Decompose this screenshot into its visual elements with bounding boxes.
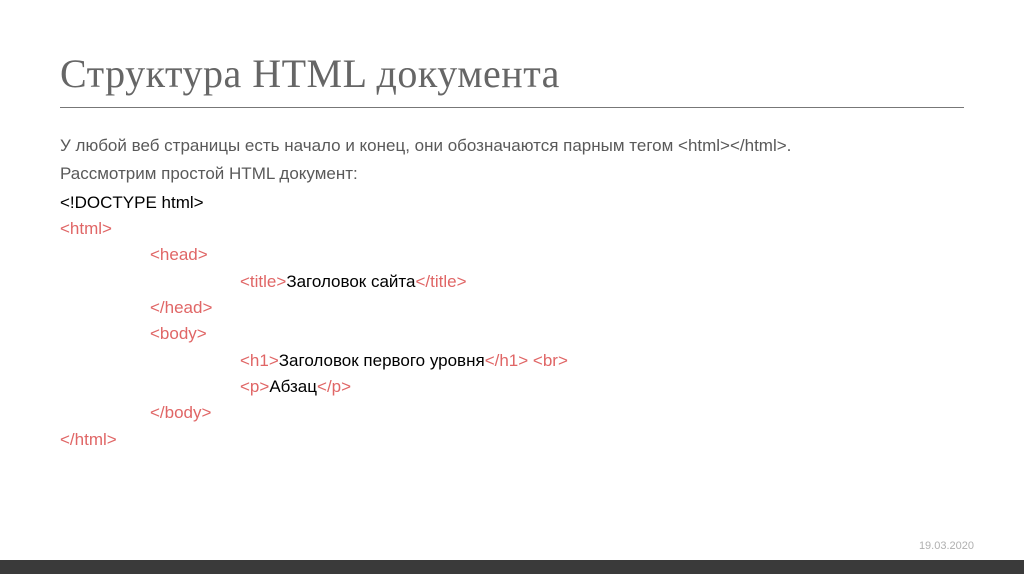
- code-head-close: </head>: [60, 295, 964, 321]
- p-text: Абзац: [269, 377, 317, 396]
- slide-container: Структура HTML документа У любой веб стр…: [0, 0, 1024, 574]
- code-p-line: <p>Абзац</p>: [60, 374, 964, 400]
- code-h1-line: <h1>Заголовок первого уровня</h1> <br>: [60, 348, 964, 374]
- code-body-open: <body>: [60, 321, 964, 347]
- html-close-tag: </html>: [60, 430, 117, 449]
- intro-text-2: Рассмотрим простой HTML документ:: [60, 161, 964, 187]
- h1-close-tag: </h1>: [485, 351, 529, 370]
- html-open-tag: <html>: [60, 219, 112, 238]
- slide-content: У любой веб страницы есть начало и конец…: [60, 133, 964, 453]
- title-text: Заголовок сайта: [286, 272, 415, 291]
- code-html-close: </html>: [60, 427, 964, 453]
- code-html-open: <html>: [60, 216, 964, 242]
- h1-text: Заголовок первого уровня: [279, 351, 485, 370]
- page-title: Структура HTML документа: [60, 50, 964, 97]
- code-title-line: <title>Заголовок сайта</title>: [60, 269, 964, 295]
- title-divider: [60, 107, 964, 108]
- code-body-close: </body>: [60, 400, 964, 426]
- code-head-open: <head>: [60, 242, 964, 268]
- br-tag: <br>: [533, 351, 568, 370]
- p-close-tag: </p>: [317, 377, 351, 396]
- code-doctype: <!DOCTYPE html>: [60, 190, 964, 216]
- intro-text-1: У любой веб страницы есть начало и конец…: [60, 133, 964, 159]
- doctype-tag: <!DOCTYPE html>: [60, 193, 204, 212]
- title-close-tag: </title>: [415, 272, 466, 291]
- footer-date: 19.03.2020: [919, 540, 974, 552]
- h1-open-tag: <h1>: [240, 351, 279, 370]
- head-open-tag: <head>: [150, 245, 208, 264]
- head-close-tag: </head>: [150, 298, 212, 317]
- bottom-bar: [0, 560, 1024, 574]
- title-open-tag: <title>: [240, 272, 286, 291]
- body-close-tag: </body>: [150, 403, 211, 422]
- body-open-tag: <body>: [150, 324, 207, 343]
- p-open-tag: <p>: [240, 377, 269, 396]
